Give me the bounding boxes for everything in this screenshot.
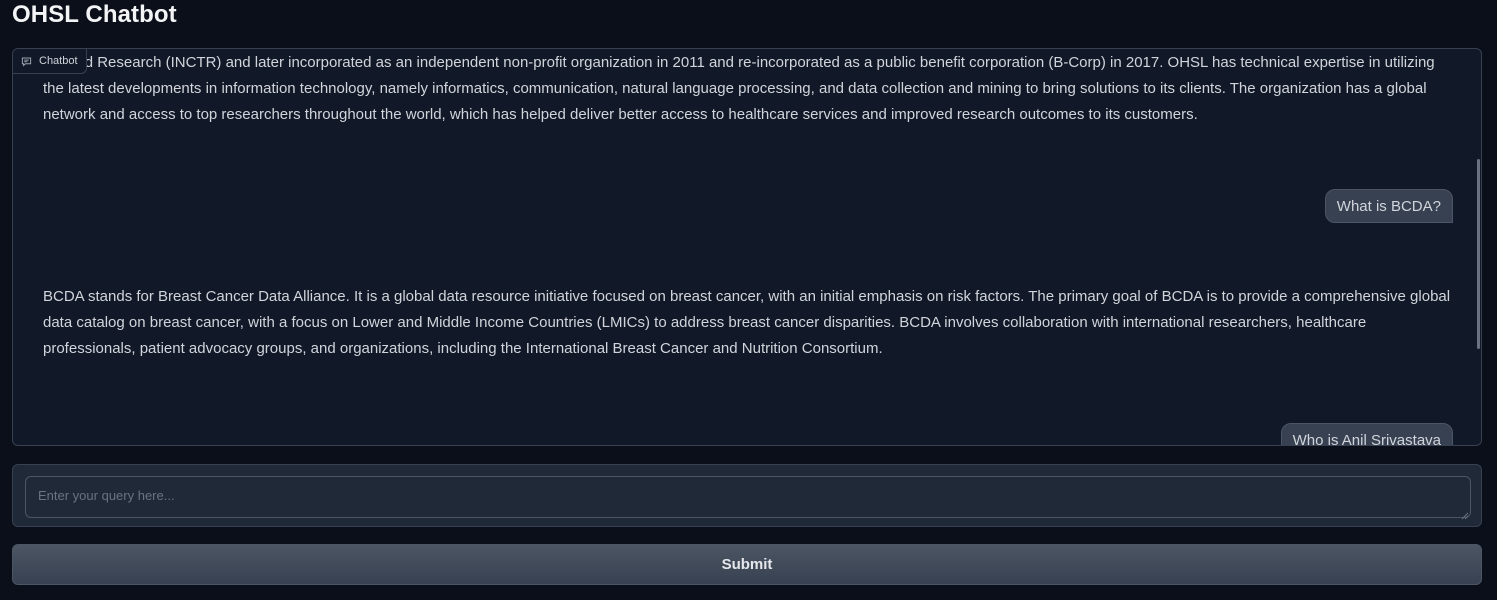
page-title: OHSL Chatbot (12, 1, 177, 28)
submit-button[interactable]: Submit (12, 544, 1482, 585)
bot-message: ent and Research (INCTR) and later incor… (43, 54, 1435, 123)
user-message: What is BCDA? (1324, 189, 1453, 223)
chatbot-label: Chatbot (13, 49, 87, 74)
chat-scrollbar[interactable] (1477, 159, 1480, 349)
query-input[interactable] (25, 476, 1471, 518)
query-panel (12, 464, 1482, 527)
chat-bubble-icon (21, 56, 32, 67)
bot-message: BCDA stands for Breast Cancer Data Allia… (43, 288, 1451, 357)
user-message: Who is Anil Srivastava (1280, 423, 1453, 445)
chatbot-label-text: Chatbot (39, 55, 78, 67)
chatbot-panel: Chatbot ent and Research (INCTR) and lat… (12, 48, 1482, 446)
resize-grip-icon[interactable] (1459, 507, 1469, 520)
chat-messages[interactable]: ent and Research (INCTR) and later incor… (13, 49, 1481, 445)
